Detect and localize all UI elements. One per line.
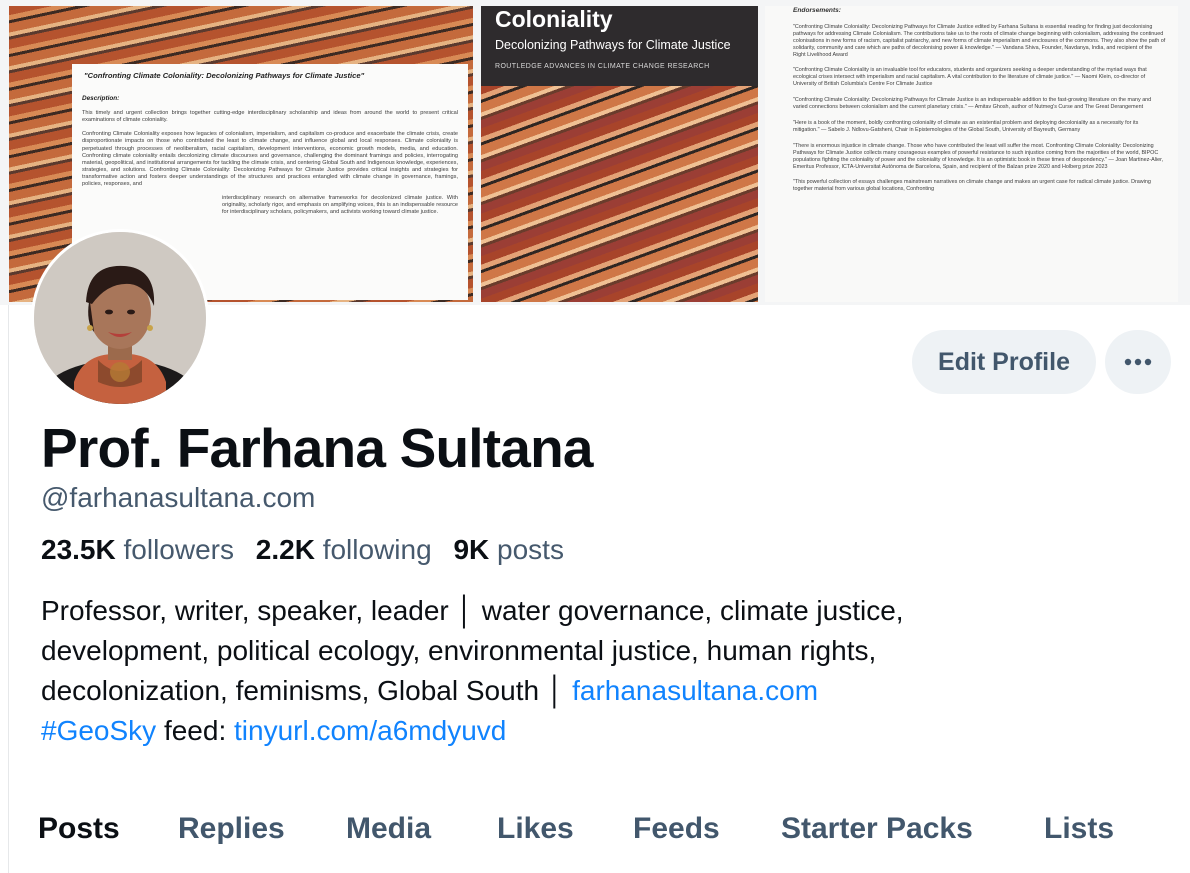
book-cover-header: Coloniality Decolonizing Pathways for Cl… (481, 6, 758, 86)
bio-line: development, political ecology, environm… (41, 635, 877, 666)
book-cover-title: Coloniality (495, 6, 613, 32)
book-cover-subtitle: Decolonizing Pathways for Climate Justic… (495, 38, 731, 52)
bio-text: feed: (156, 715, 235, 746)
profile-stats: 23.5K followers 2.2K following 9K posts (41, 534, 564, 566)
tab-lists[interactable]: Lists (1044, 812, 1114, 846)
endorsement-item: "Confronting Climate Coloniality: Decolo… (793, 97, 1152, 111)
banner-book-cover: Coloniality Decolonizing Pathways for Cl… (481, 6, 758, 302)
website-link[interactable]: farhanasultana.com (572, 675, 818, 706)
banner-endorsements-panel: Endorsements: "Confronting Climate Colon… (765, 6, 1178, 302)
tab-posts[interactable]: Posts (38, 812, 120, 846)
profile-name: Prof. Farhana Sultana (41, 417, 593, 479)
description-title: "Confronting Climate Coloniality: Decolo… (84, 71, 365, 80)
book-cover-series: ROUTLEDGE ADVANCES IN CLIMATE CHANGE RES… (495, 63, 710, 70)
tab-feeds[interactable]: Feeds (633, 812, 720, 846)
followers-label: followers (123, 534, 234, 565)
description-paragraph: This timely and urgent collection brings… (82, 110, 458, 124)
bio-text: decolonization, feminisms, Global South … (41, 675, 573, 706)
tab-replies[interactable]: Replies (178, 812, 285, 846)
tab-media[interactable]: Media (346, 812, 431, 846)
description-label: Description: (82, 95, 120, 103)
description-paragraph: Confronting Climate Coloniality exposes … (82, 131, 458, 188)
following-label: following (322, 534, 432, 565)
followers-count: 23.5K (41, 534, 116, 565)
description-paragraph: interdisciplinary research on alternativ… (222, 195, 458, 216)
content-left-border (8, 305, 9, 873)
endorsement-item: "Confronting Climate Coloniality: Decolo… (793, 23, 1166, 58)
following-link[interactable]: 2.2K following (256, 534, 432, 565)
profile-tabs: Posts Replies Media Likes Feeds Starter … (0, 800, 1190, 863)
ellipsis-icon (1124, 358, 1152, 366)
posts-label: posts (497, 534, 564, 565)
feed-link[interactable]: tinyurl.com/a6mdyuvd (234, 715, 506, 746)
book-cover-image (481, 86, 758, 302)
bio-line: Professor, writer, speaker, leader │ wat… (41, 595, 904, 626)
profile-bio: Professor, writer, speaker, leader │ wat… (41, 591, 904, 751)
profile-handle: @farhanasultana.com (41, 482, 316, 513)
hashtag-link[interactable]: #GeoSky (41, 715, 156, 746)
avatar[interactable] (31, 229, 209, 407)
bio-line: #GeoSky feed: tinyurl.com/a6mdyuvd (41, 711, 904, 751)
endorsement-item: "Confronting Climate Coloniality is an i… (793, 67, 1147, 88)
followers-link[interactable]: 23.5K followers (41, 534, 234, 565)
edit-profile-button[interactable]: Edit Profile (912, 330, 1096, 394)
more-options-button[interactable] (1105, 330, 1171, 394)
endorsement-item: "Here is a book of the moment, boldly co… (793, 119, 1139, 133)
endorsement-item: "There is enormous injustice in climate … (793, 142, 1164, 170)
tab-likes[interactable]: Likes (497, 812, 574, 846)
bio-line: decolonization, feminisms, Global South … (41, 671, 904, 711)
following-count: 2.2K (255, 534, 315, 565)
endorsements-label: Endorsements: (793, 7, 841, 14)
posts-stat: 9K posts (453, 534, 564, 565)
tab-starter-packs[interactable]: Starter Packs (781, 812, 973, 846)
avatar-portrait (34, 232, 206, 404)
posts-count: 9K (453, 534, 490, 565)
endorsement-item: "This powerful collection of essays chal… (793, 179, 1151, 193)
